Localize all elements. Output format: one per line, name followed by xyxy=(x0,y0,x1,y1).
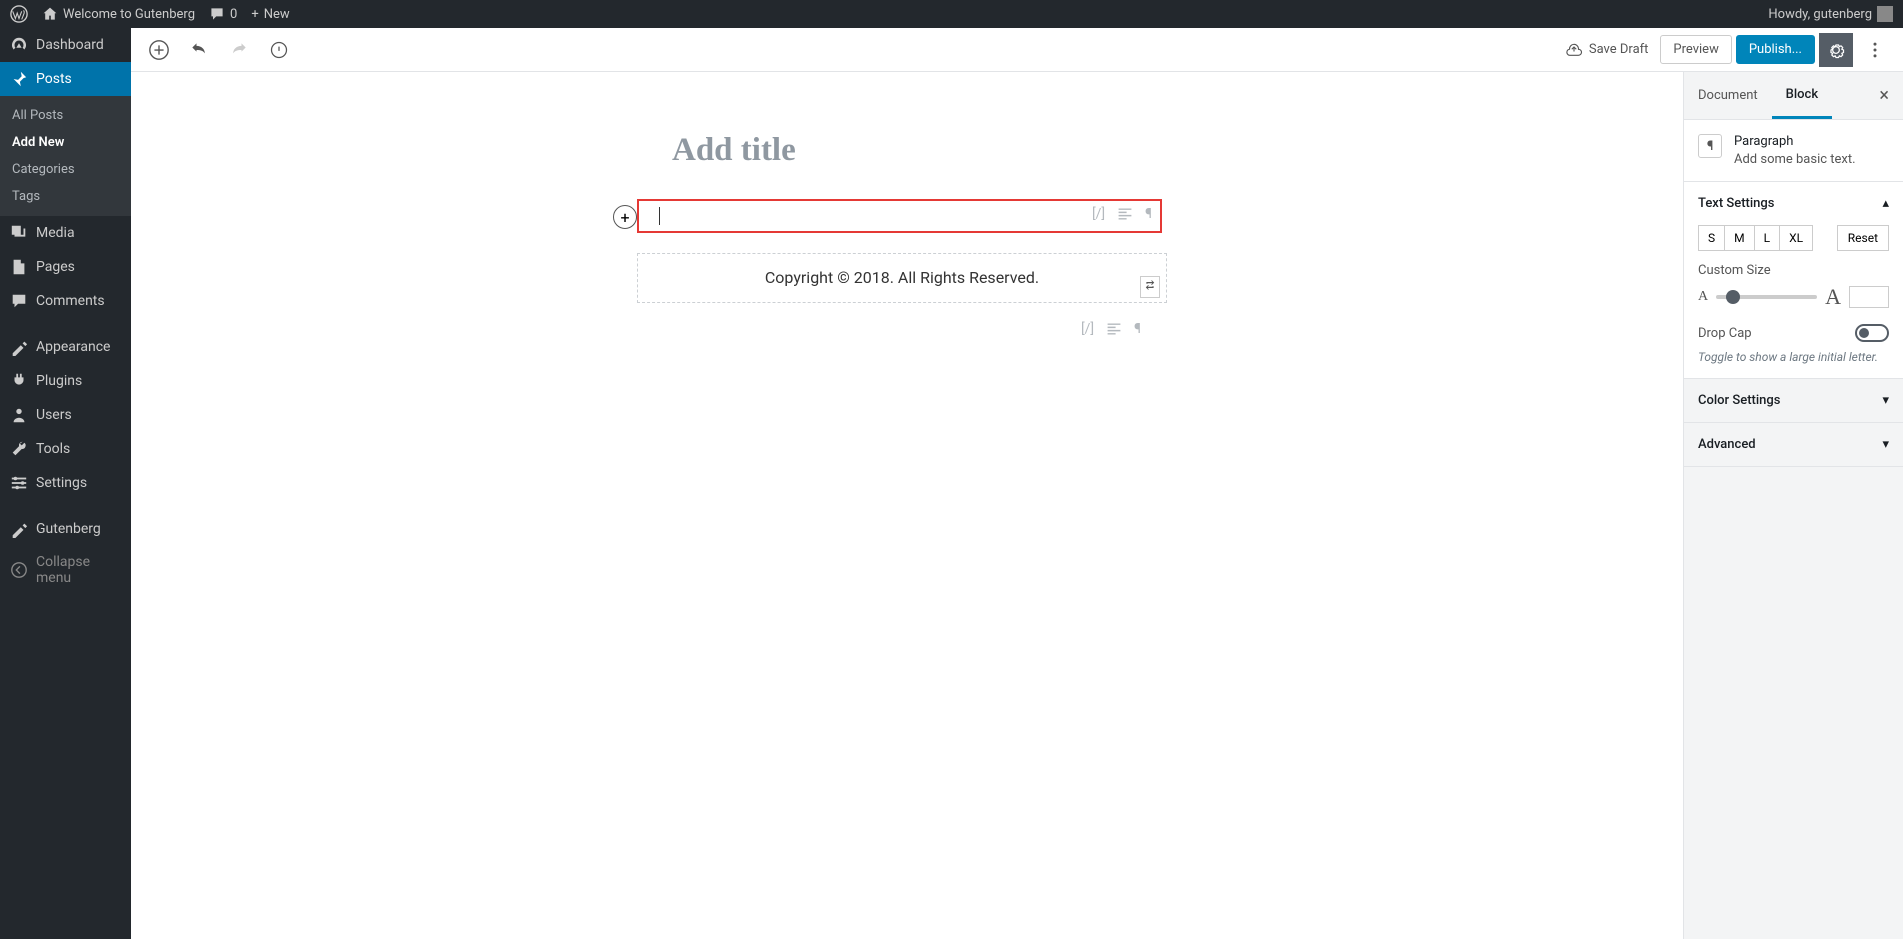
gutenberg-icon xyxy=(10,520,28,538)
block-placeholder-icons: [/] ¶ xyxy=(1092,206,1152,226)
media-icon xyxy=(10,224,28,242)
user-greeting[interactable]: Howdy, gutenberg xyxy=(1768,6,1893,22)
add-block-button[interactable] xyxy=(141,32,177,68)
avatar xyxy=(1877,6,1893,22)
reusable-block-text: Copyright © 2018. All Rights Reserved. xyxy=(765,268,1039,287)
text-settings-panel: Text Settings ▴ S M L XL Reset Custom Si… xyxy=(1684,182,1903,379)
new-content-link[interactable]: + New xyxy=(251,7,289,22)
appearance-icon xyxy=(10,338,28,356)
paragraph-block[interactable]: [/] ¶ xyxy=(637,199,1162,233)
comments-icon xyxy=(10,292,28,310)
add-block-inline-button[interactable]: + xyxy=(613,205,637,229)
settings-icon xyxy=(10,474,28,492)
menu-pages[interactable]: Pages xyxy=(0,250,131,284)
align-icon xyxy=(1117,206,1133,226)
publish-button[interactable]: Publish... xyxy=(1736,35,1815,64)
preview-button[interactable]: Preview xyxy=(1660,35,1731,64)
editor-toolbar: Save Draft Preview Publish... xyxy=(131,28,1903,72)
size-l-button[interactable]: L xyxy=(1755,225,1780,251)
sidebar-tabs: Document Block × xyxy=(1684,72,1903,120)
menu-appearance[interactable]: Appearance xyxy=(0,330,131,364)
shortcode-icon: [/] xyxy=(1092,206,1105,226)
slider-thumb[interactable] xyxy=(1726,290,1740,304)
admin-toolbar: Welcome to Gutenberg 0 + New Howdy, gute… xyxy=(0,0,1903,28)
size-m-button[interactable]: M xyxy=(1725,225,1754,251)
paragraph-icon: ¶ xyxy=(1698,134,1722,158)
submenu-categories[interactable]: Categories xyxy=(0,156,131,183)
pin-icon xyxy=(10,70,28,88)
comments-count: 0 xyxy=(230,7,237,22)
default-appender-icons: [/] ¶ xyxy=(637,321,1167,341)
block-info-card: ¶ Paragraph Add some basic text. xyxy=(1684,120,1903,182)
post-title-input[interactable]: Add title xyxy=(647,132,1167,169)
posts-submenu: All Posts Add New Categories Tags xyxy=(0,96,131,216)
submenu-add-new[interactable]: Add New xyxy=(0,129,131,156)
size-xl-button[interactable]: XL xyxy=(1780,225,1813,251)
dashboard-icon xyxy=(10,36,28,54)
drop-cap-label: Drop Cap xyxy=(1698,326,1752,341)
chevron-up-icon: ▴ xyxy=(1882,196,1889,211)
admin-menu: Dashboard Posts All Posts Add New Catego… xyxy=(0,28,131,939)
content-structure-button[interactable] xyxy=(261,32,297,68)
plus-icon: + xyxy=(251,7,258,22)
submenu-all-posts[interactable]: All Posts xyxy=(0,102,131,129)
color-settings-panel[interactable]: Color Settings ▾ xyxy=(1684,379,1903,423)
reset-size-button[interactable]: Reset xyxy=(1837,225,1889,251)
cloud-icon xyxy=(1565,41,1583,59)
font-size-slider[interactable] xyxy=(1716,295,1817,299)
new-label: New xyxy=(264,7,290,22)
menu-gutenberg[interactable]: Gutenberg xyxy=(0,512,131,546)
menu-settings[interactable]: Settings xyxy=(0,466,131,500)
text-cursor xyxy=(659,207,660,225)
pages-icon xyxy=(10,258,28,276)
redo-button[interactable] xyxy=(221,32,257,68)
block-title: Paragraph xyxy=(1734,134,1856,149)
slider-small-a-icon: A xyxy=(1698,289,1708,305)
pilcrow-icon: ¶ xyxy=(1145,206,1152,226)
menu-dashboard[interactable]: Dashboard xyxy=(0,28,131,62)
save-draft-button[interactable]: Save Draft xyxy=(1557,41,1657,59)
tab-block[interactable]: Block xyxy=(1772,72,1832,119)
menu-plugins[interactable]: Plugins xyxy=(0,364,131,398)
collapse-icon xyxy=(10,561,28,579)
reusable-block[interactable]: Copyright © 2018. All Rights Reserved. xyxy=(637,253,1167,303)
plugins-icon xyxy=(10,372,28,390)
menu-media[interactable]: Media xyxy=(0,216,131,250)
settings-sidebar: Document Block × ¶ Paragraph Add some ba… xyxy=(1683,72,1903,939)
pilcrow-icon: ¶ xyxy=(1134,321,1141,341)
chevron-down-icon: ▾ xyxy=(1882,393,1889,408)
menu-posts[interactable]: Posts xyxy=(0,62,131,96)
users-icon xyxy=(10,406,28,424)
settings-toggle-button[interactable] xyxy=(1819,33,1853,67)
slider-big-a-icon: A xyxy=(1825,284,1841,310)
text-settings-header[interactable]: Text Settings ▴ xyxy=(1684,182,1903,225)
shortcode-icon: [/] xyxy=(1081,321,1094,341)
more-options-button[interactable] xyxy=(1857,32,1893,68)
chevron-down-icon: ▾ xyxy=(1882,437,1889,452)
comments-link[interactable]: 0 xyxy=(209,6,237,22)
drop-cap-toggle[interactable] xyxy=(1855,324,1889,342)
close-sidebar-button[interactable]: × xyxy=(1865,85,1903,106)
size-s-button[interactable]: S xyxy=(1698,225,1725,251)
custom-size-label: Custom Size xyxy=(1698,263,1889,278)
site-title: Welcome to Gutenberg xyxy=(63,7,195,22)
block-desc: Add some basic text. xyxy=(1734,152,1856,167)
menu-collapse[interactable]: Collapse menu xyxy=(0,546,131,594)
menu-users[interactable]: Users xyxy=(0,398,131,432)
drop-cap-hint: Toggle to show a large initial letter. xyxy=(1698,350,1889,364)
advanced-panel[interactable]: Advanced ▾ xyxy=(1684,423,1903,467)
menu-comments[interactable]: Comments xyxy=(0,284,131,318)
align-icon xyxy=(1106,321,1122,341)
undo-button[interactable] xyxy=(181,32,217,68)
menu-tools[interactable]: Tools xyxy=(0,432,131,466)
reusable-icon xyxy=(1140,276,1160,298)
submenu-tags[interactable]: Tags xyxy=(0,183,131,210)
font-size-input[interactable] xyxy=(1849,286,1889,308)
tab-document[interactable]: Document xyxy=(1684,72,1772,119)
tools-icon xyxy=(10,440,28,458)
site-home-link[interactable]: Welcome to Gutenberg xyxy=(42,6,195,22)
editor-canvas: Add title + [/] ¶ Copyright © 2018. All … xyxy=(131,72,1683,939)
editor: Save Draft Preview Publish... Add title … xyxy=(131,28,1903,939)
wordpress-logo-icon[interactable] xyxy=(10,5,28,23)
